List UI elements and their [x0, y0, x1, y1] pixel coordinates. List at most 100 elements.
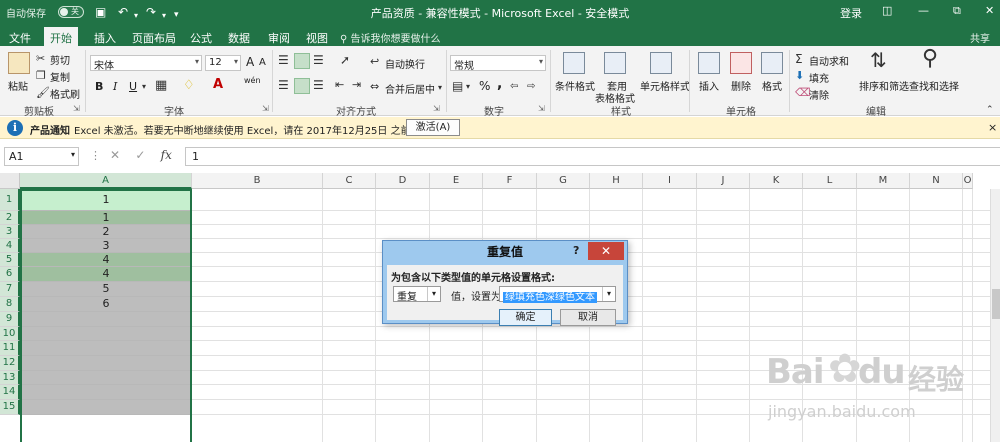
- close-icon[interactable]: ×: [988, 121, 997, 134]
- share-button[interactable]: 共享: [970, 30, 990, 45]
- ok-button[interactable]: 确定: [499, 309, 552, 326]
- bold-button[interactable]: B: [95, 80, 103, 93]
- column-header-e[interactable]: E: [430, 173, 483, 189]
- row-header-2[interactable]: 2: [0, 211, 20, 225]
- font-launcher-icon[interactable]: ⇲: [262, 104, 269, 113]
- scrollbar-thumb[interactable]: [992, 289, 1000, 319]
- delete-cells-button[interactable]: 删除: [731, 78, 751, 93]
- align-bottom-icon[interactable]: ☰: [313, 52, 324, 68]
- format-as-table-icon[interactable]: [604, 52, 626, 74]
- delete-cells-icon[interactable]: [730, 52, 752, 74]
- cell-styles-button[interactable]: 单元格样式: [640, 78, 690, 93]
- select-all-corner[interactable]: [0, 173, 20, 189]
- conditional-formatting-icon[interactable]: [563, 52, 585, 74]
- column-header-l[interactable]: L: [803, 173, 857, 189]
- column-header-f[interactable]: F: [483, 173, 537, 189]
- tab-page-layout[interactable]: 页面布局: [126, 27, 182, 46]
- tell-me-box[interactable]: ⚲ 告诉我你想要做什么: [340, 30, 441, 45]
- tab-home[interactable]: 开始: [44, 27, 78, 46]
- align-middle-icon[interactable]: [294, 53, 310, 69]
- row-header-10[interactable]: 10: [0, 327, 20, 341]
- underline-button[interactable]: U: [129, 80, 137, 93]
- cancel-icon[interactable]: ✕: [110, 148, 120, 162]
- align-left-icon[interactable]: ☰: [278, 77, 289, 93]
- decrease-decimal-icon[interactable]: ⇨: [527, 79, 535, 95]
- row-header-13[interactable]: 13: [0, 371, 20, 385]
- row-header-3[interactable]: 3: [0, 225, 20, 239]
- column-header-i[interactable]: I: [643, 173, 697, 189]
- row-header-8[interactable]: 8: [0, 297, 20, 312]
- cell-styles-icon[interactable]: [650, 52, 672, 74]
- conditional-formatting-button[interactable]: 条件格式: [555, 78, 595, 93]
- enter-icon[interactable]: ✓: [135, 148, 145, 162]
- chevron-down-icon[interactable]: ▾: [438, 80, 442, 96]
- row-header-12[interactable]: 12: [0, 356, 20, 371]
- tab-view[interactable]: 视图: [300, 27, 334, 46]
- row-header-9[interactable]: 9: [0, 312, 20, 327]
- close-icon[interactable]: ✕: [588, 242, 624, 260]
- row-header-6[interactable]: 6: [0, 267, 20, 282]
- insert-function-icon[interactable]: fx: [161, 148, 172, 162]
- cut-button[interactable]: 剪切: [50, 52, 70, 67]
- font-size-select[interactable]: 12 ▾: [205, 55, 241, 71]
- restore-icon[interactable]: ⧉: [953, 4, 961, 18]
- increase-decimal-icon[interactable]: ⇦: [510, 79, 518, 95]
- column-header-g[interactable]: G: [537, 173, 590, 189]
- copy-button[interactable]: 复制: [50, 69, 70, 84]
- row-header-11[interactable]: 11: [0, 341, 20, 356]
- vertical-scrollbar[interactable]: [990, 189, 1000, 442]
- column-header-j[interactable]: J: [697, 173, 750, 189]
- row-header-4[interactable]: 4: [0, 239, 20, 253]
- column-header-c[interactable]: C: [323, 173, 376, 189]
- ribbon-display-icon[interactable]: ◫: [882, 4, 892, 17]
- insert-cells-button[interactable]: 插入: [699, 78, 719, 93]
- align-top-icon[interactable]: ☰: [278, 52, 289, 68]
- chevron-down-icon[interactable]: ▾: [466, 79, 470, 95]
- alignment-launcher-icon[interactable]: ⇲: [433, 104, 440, 113]
- minimize-icon[interactable]: —: [918, 4, 929, 17]
- column-header-k[interactable]: K: [750, 173, 803, 189]
- column-header-h[interactable]: H: [590, 173, 643, 189]
- column-header-a[interactable]: A: [20, 173, 192, 189]
- column-header-m[interactable]: M: [857, 173, 910, 189]
- format-painter-button[interactable]: 格式刷: [50, 86, 80, 101]
- phonetic-guide-button[interactable]: wén: [244, 76, 261, 85]
- cancel-button[interactable]: 取消: [560, 309, 616, 326]
- insert-cells-icon[interactable]: [698, 52, 720, 74]
- shrink-font-button[interactable]: A: [259, 57, 266, 68]
- decrease-indent-icon[interactable]: ⇤: [335, 77, 344, 93]
- clear-button[interactable]: 清除: [809, 87, 829, 102]
- number-format-select[interactable]: 常规 ▾: [450, 55, 546, 72]
- column-header-b[interactable]: B: [192, 173, 323, 189]
- close-icon[interactable]: ✕: [985, 4, 994, 17]
- percent-button[interactable]: %: [479, 79, 490, 93]
- number-launcher-icon[interactable]: ⇲: [538, 104, 545, 113]
- tab-formulas[interactable]: 公式: [184, 27, 218, 46]
- format-cells-button[interactable]: 格式: [762, 78, 782, 93]
- fill-color-icon[interactable]: ♢: [183, 78, 195, 94]
- find-select-button[interactable]: 查找和选择: [909, 78, 959, 93]
- orientation-icon[interactable]: ➚: [340, 52, 350, 68]
- fill-button[interactable]: 填充: [809, 70, 829, 85]
- value-type-select[interactable]: 重复 ▾: [393, 286, 441, 303]
- format-cells-icon[interactable]: [761, 52, 783, 74]
- border-icon[interactable]: ▦: [155, 78, 167, 94]
- italic-button[interactable]: I: [113, 80, 117, 93]
- clipboard-launcher-icon[interactable]: ⇲: [73, 104, 80, 113]
- wrap-text-button[interactable]: 自动换行: [385, 56, 425, 71]
- column-header-n[interactable]: N: [910, 173, 963, 189]
- tab-review[interactable]: 审阅: [262, 27, 296, 46]
- paste-button[interactable]: 粘贴: [8, 78, 28, 93]
- column-header-o[interactable]: O: [963, 173, 973, 189]
- merge-center-button[interactable]: 合并后居中: [385, 81, 435, 96]
- chevron-down-icon[interactable]: ▾: [142, 79, 146, 95]
- currency-icon[interactable]: ▤: [452, 78, 463, 94]
- sort-filter-button[interactable]: 排序和筛选: [859, 78, 909, 93]
- sort-filter-icon[interactable]: ⇅: [870, 50, 887, 70]
- help-icon[interactable]: ?: [573, 244, 579, 257]
- font-color-icon[interactable]: A: [213, 77, 223, 93]
- row-header-5[interactable]: 5: [0, 253, 20, 267]
- row-header-7[interactable]: 7: [0, 282, 20, 297]
- font-name-select[interactable]: 宋体 ▾: [90, 55, 202, 72]
- comma-button[interactable]: ,: [497, 76, 502, 92]
